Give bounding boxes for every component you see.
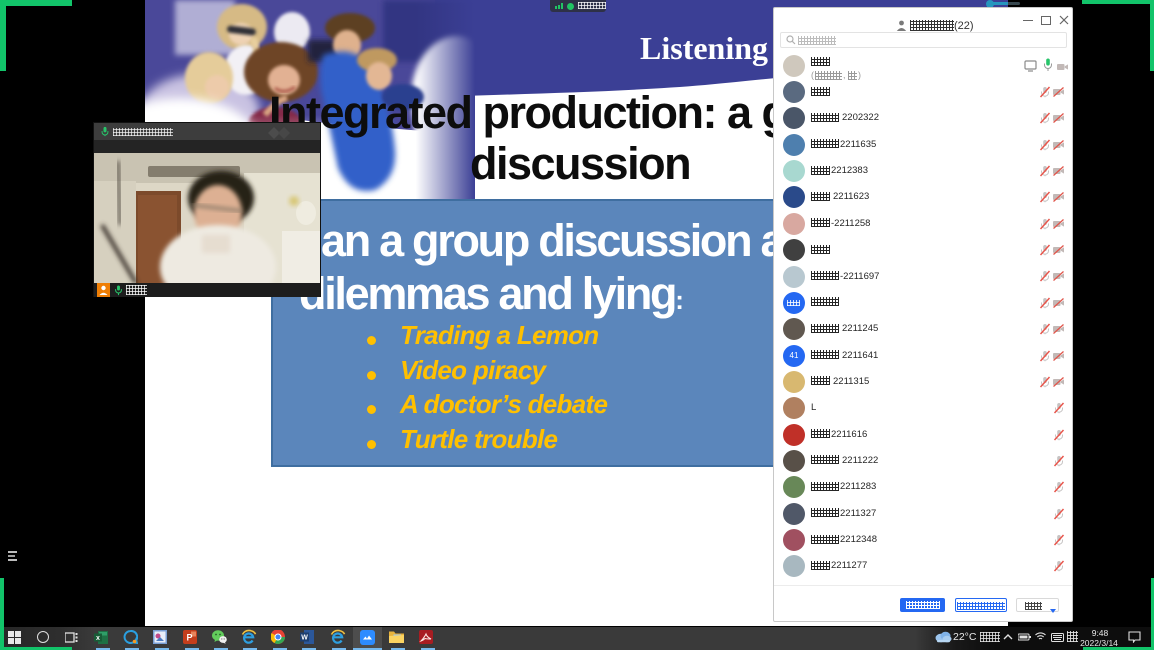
svg-text:W: W (301, 635, 308, 642)
svg-text:P: P (186, 633, 192, 643)
svg-text:x: x (96, 635, 100, 642)
